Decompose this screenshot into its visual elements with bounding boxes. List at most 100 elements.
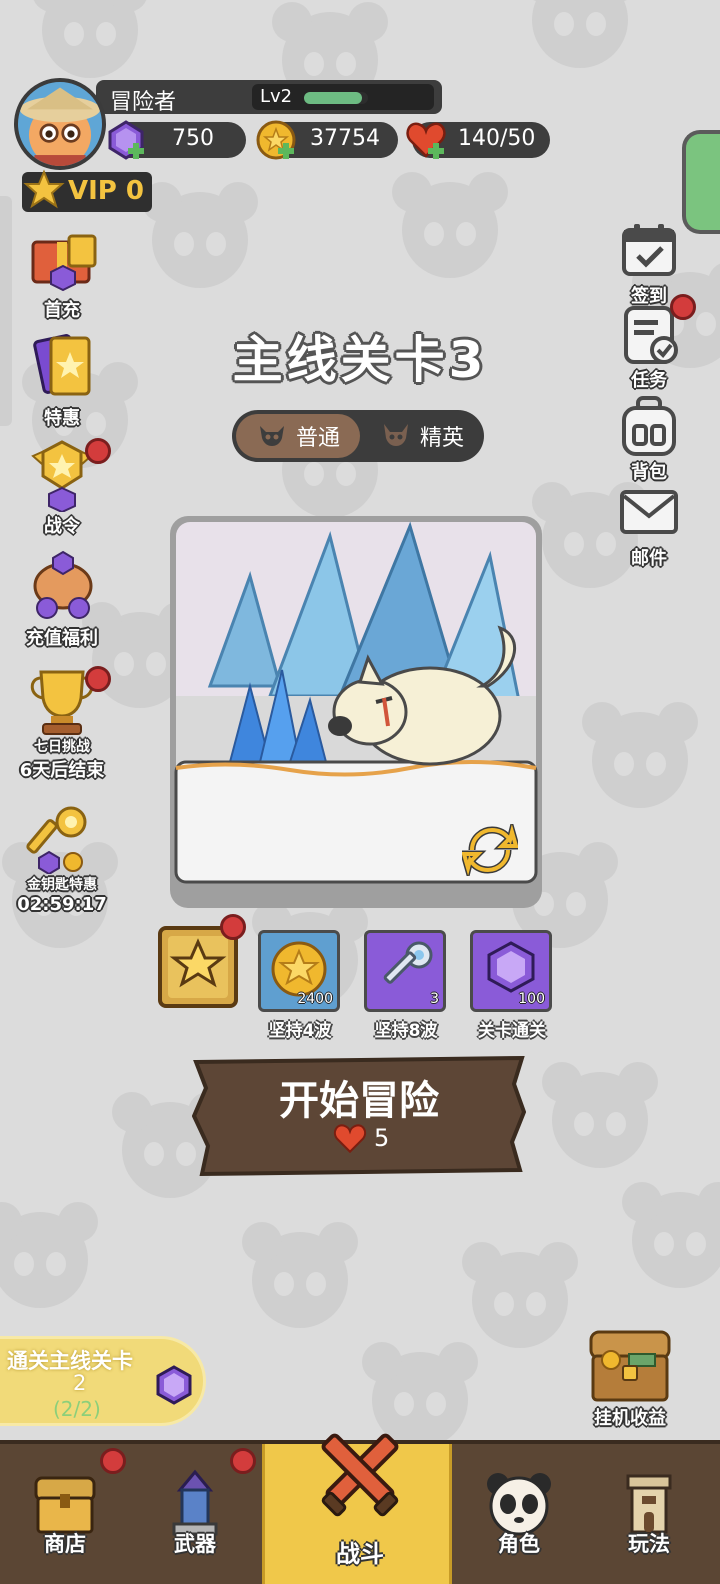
- nav-character-label: 角色: [498, 1532, 540, 1556]
- difficulty-elite-label: 精英: [420, 426, 465, 451]
- nav-shop[interactable]: 商店: [0, 1444, 130, 1584]
- notification-dot: [100, 1448, 126, 1474]
- stamina-counter[interactable]: 140/50: [406, 122, 550, 159]
- first-recharge-button[interactable]: 首充: [12, 222, 112, 322]
- nav-weapons-label: 武器: [174, 1532, 216, 1556]
- main-quest-banner[interactable]: 通关主线关卡 2 (2/2): [0, 1336, 206, 1426]
- mail-button[interactable]: 邮件: [612, 482, 686, 570]
- backpack-label: 背包: [631, 462, 667, 483]
- purple-gem-icon: [156, 1365, 192, 1405]
- nav-shop-label: 商店: [44, 1532, 86, 1556]
- horned-skull-icon: [384, 424, 408, 446]
- first-recharge-label: 首充: [44, 300, 80, 321]
- gem-count: 750: [172, 126, 214, 151]
- calendar-check-icon: [622, 224, 676, 276]
- chat-tab[interactable]: [682, 130, 720, 234]
- start-adventure-label: 开始冒险: [279, 1078, 439, 1124]
- purple-gem-icon: [108, 120, 144, 160]
- quest-title: 通关主线关卡: [7, 1349, 133, 1373]
- refresh-icon[interactable]: [462, 824, 518, 876]
- seven-day-challenge-button[interactable]: 七日挑战 6天后结束: [12, 662, 112, 782]
- reward-item-1[interactable]: 2400 坚持4波: [258, 930, 342, 1041]
- battle-pass-button[interactable]: 战令: [12, 438, 112, 538]
- piggy-bank-icon: [33, 550, 93, 619]
- recharge-benefits-label: 充值福利: [26, 628, 98, 649]
- cards-icon: [33, 334, 91, 396]
- tasks-button[interactable]: 任务: [612, 294, 696, 392]
- battle-pass-label: 战令: [44, 516, 80, 537]
- seven-day-challenge-label: 七日挑战: [34, 739, 90, 755]
- treasure-chest-icon: [589, 1330, 671, 1402]
- golden-key-offer-label: 金钥匙特惠: [27, 877, 97, 893]
- heart-icon: [333, 1124, 367, 1154]
- reward-count: 100: [518, 991, 545, 1007]
- golden-key-offer-button[interactable]: 金钥匙特惠 02:59:17: [12, 800, 112, 915]
- nav-gameplay[interactable]: 玩法: [584, 1444, 714, 1584]
- stamina-count: 140/50: [458, 126, 536, 151]
- idle-rewards-label: 挂机收益: [594, 1408, 666, 1429]
- player-name: 冒险者: [110, 90, 177, 115]
- vip-badge[interactable]: VIP 0: [22, 169, 152, 212]
- heart-icon: [406, 122, 446, 159]
- reward-count: 3: [430, 991, 439, 1007]
- recharge-benefits-button[interactable]: 充值福利: [12, 550, 112, 650]
- player-avatar[interactable]: [14, 78, 106, 170]
- reward-item-2[interactable]: 3 坚持8波: [364, 930, 448, 1041]
- nav-weapons[interactable]: 武器: [130, 1444, 260, 1584]
- backpack-button[interactable]: 背包: [612, 396, 686, 484]
- stage-title: 主线关卡3: [232, 331, 488, 389]
- vip-crown-icon: [23, 169, 65, 209]
- start-adventure-button[interactable]: 开始冒险 5: [192, 1054, 526, 1178]
- bottom-navigation: 商店 武器 战斗 角色 玩法: [0, 1433, 720, 1584]
- idle-rewards-button[interactable]: 挂机收益: [580, 1320, 680, 1430]
- start-cost-value: 5: [374, 1124, 390, 1152]
- reward-gem-box: 100: [470, 930, 552, 1012]
- coin-count: 37754: [310, 126, 380, 151]
- quest-progress: (2/2): [53, 1397, 101, 1421]
- checkin-button[interactable]: 签到: [612, 220, 686, 308]
- gold-coin-icon: [256, 120, 296, 160]
- reward-coin-box: 2400: [258, 930, 340, 1012]
- gem-counter[interactable]: 750: [108, 120, 246, 160]
- special-offer-label: 特惠: [44, 408, 80, 429]
- seven-day-countdown: 6天后结束: [19, 760, 105, 781]
- xp-bar-fill: [304, 92, 362, 104]
- difficulty-normal-label: 普通: [296, 426, 341, 451]
- star-chest-button[interactable]: [156, 914, 246, 1010]
- notification-dot: [85, 666, 111, 692]
- reward-key-box: 3: [364, 930, 446, 1012]
- level-box: Lv2: [252, 84, 434, 110]
- quest-target: 2: [73, 1371, 87, 1395]
- reward-item-3[interactable]: 100 关卡通关: [470, 930, 554, 1041]
- backpack-icon: [622, 396, 676, 456]
- notification-dot: [220, 914, 246, 940]
- start-cost: 5: [332, 1120, 432, 1160]
- nav-battle[interactable]: 战斗: [262, 1433, 452, 1584]
- golden-key-icon: [26, 806, 87, 876]
- player-level: Lv2: [260, 86, 293, 107]
- notification-dot: [230, 1448, 256, 1474]
- difficulty-elite-tab[interactable]: 精英: [360, 410, 484, 462]
- difficulty-normal-tab[interactable]: 普通: [236, 414, 360, 458]
- reward-condition: 关卡通关: [478, 1021, 546, 1041]
- coin-counter[interactable]: 37754: [256, 120, 398, 160]
- golden-key-timer: 02:59:17: [17, 894, 107, 915]
- nav-character[interactable]: 角色: [454, 1444, 584, 1584]
- crossed-swords-icon: [321, 1433, 399, 1517]
- mail-label: 邮件: [631, 548, 667, 569]
- reward-count: 2400: [297, 991, 333, 1007]
- avatar-portrait-icon: [19, 87, 101, 166]
- notification-dot: [670, 294, 696, 320]
- gift-box-icon: [31, 234, 97, 292]
- vip-label: VIP 0: [68, 176, 144, 206]
- xp-bar: [304, 92, 368, 104]
- nav-gameplay-label: 玩法: [628, 1532, 670, 1556]
- envelope-icon: [620, 490, 678, 534]
- left-edge-tab[interactable]: [0, 196, 12, 426]
- nav-battle-label: 战斗: [336, 1540, 384, 1568]
- notification-dot: [85, 438, 111, 464]
- special-offer-button[interactable]: 特惠: [12, 330, 112, 430]
- skull-icon: [260, 426, 284, 446]
- tasks-label: 任务: [631, 370, 667, 391]
- reward-condition: 坚持4波: [268, 1021, 332, 1041]
